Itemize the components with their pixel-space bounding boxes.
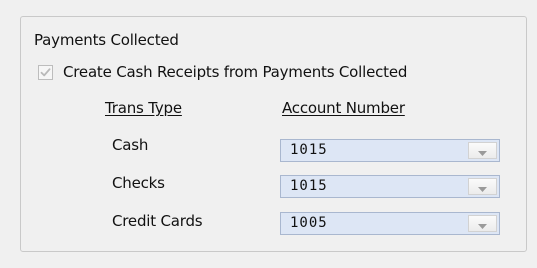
trans-type-credit-cards-label: Credit Cards bbox=[112, 212, 203, 230]
account-number-header: Account Number bbox=[282, 99, 405, 117]
trans-type-header: Trans Type bbox=[105, 99, 182, 117]
cash-account-value: 1015 bbox=[290, 142, 328, 158]
trans-type-cash-label: Cash bbox=[112, 136, 149, 154]
payments-collected-panel: Payments Collected Create Cash Receipts … bbox=[0, 0, 537, 268]
create-cash-receipts-checkbox-row[interactable]: Create Cash Receipts from Payments Colle… bbox=[38, 63, 407, 81]
chevron-down-icon bbox=[478, 223, 487, 229]
trans-type-checks-label: Checks bbox=[112, 174, 165, 192]
group-title: Payments Collected bbox=[34, 31, 179, 49]
credit-cards-account-value: 1005 bbox=[290, 215, 328, 231]
create-cash-receipts-label: Create Cash Receipts from Payments Colle… bbox=[63, 63, 408, 81]
checks-account-combobox[interactable]: 1015 bbox=[280, 175, 500, 198]
credit-cards-account-combobox[interactable]: 1005 bbox=[280, 212, 500, 235]
credit-cards-account-dropdown-button[interactable] bbox=[468, 215, 497, 232]
checks-account-value: 1015 bbox=[290, 178, 328, 194]
chevron-down-icon bbox=[478, 186, 487, 192]
check-icon bbox=[40, 67, 51, 76]
chevron-down-icon bbox=[478, 150, 487, 156]
cash-account-combobox[interactable]: 1015 bbox=[280, 139, 500, 162]
checks-account-dropdown-button[interactable] bbox=[468, 178, 497, 195]
cash-account-dropdown-button[interactable] bbox=[468, 142, 497, 159]
create-cash-receipts-checkbox[interactable] bbox=[38, 64, 53, 80]
